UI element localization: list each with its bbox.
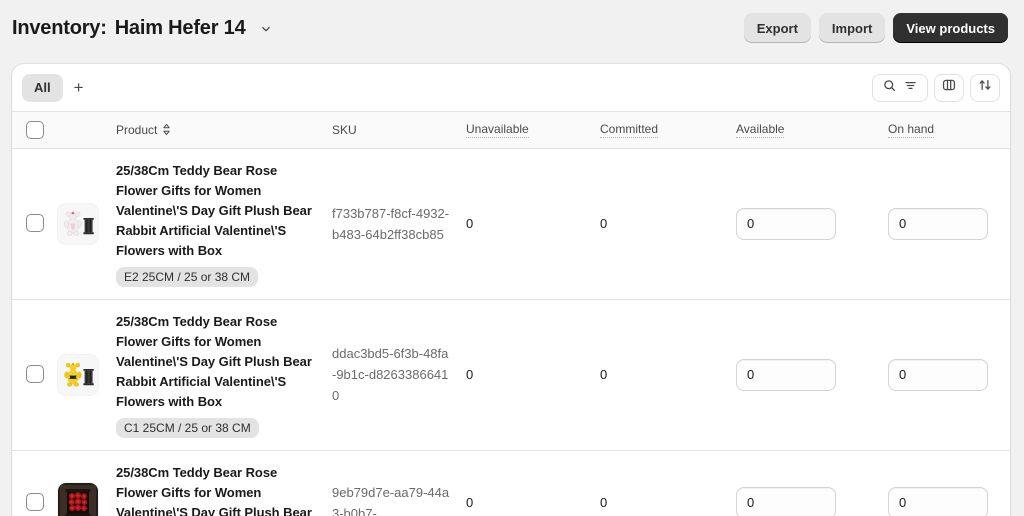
product-image-cell bbox=[58, 450, 110, 516]
row-checkbox[interactable] bbox=[26, 214, 44, 233]
variant-badge: C1 25CM / 25 or 38 CM bbox=[116, 417, 259, 438]
unavailable-header: Unavailable bbox=[466, 112, 600, 149]
sku-header: SKU bbox=[332, 112, 466, 149]
row-checkbox[interactable] bbox=[26, 365, 44, 384]
unavailable-cell: 0 bbox=[466, 299, 600, 451]
committed-cell: 0 bbox=[600, 148, 736, 300]
available-cell bbox=[736, 148, 888, 300]
page-header: Inventory: Haim Hefer 14 Export Import V… bbox=[0, 0, 1024, 56]
row-select-cell bbox=[12, 450, 58, 516]
product-info-cell: 25/38Cm Teddy Bear Rose Flower Gifts for… bbox=[110, 148, 332, 300]
committed-header-label: Committed bbox=[600, 121, 659, 138]
sku-cell: ddac3bd5-6f3b-48fa-9b1c-d82633866410 bbox=[332, 299, 466, 451]
table-toolbar: All + bbox=[12, 64, 1010, 112]
select-all-checkbox[interactable] bbox=[26, 120, 44, 139]
sku-header-label: SKU bbox=[332, 122, 357, 137]
view-tabs: All + bbox=[22, 73, 872, 102]
edit-columns-button[interactable] bbox=[934, 73, 964, 102]
product-title: 25/38Cm Teddy Bear Rose Flower Gifts for… bbox=[116, 464, 312, 516]
committed-header: Committed bbox=[600, 112, 736, 149]
available-input[interactable] bbox=[736, 358, 836, 391]
tab-all[interactable]: All bbox=[22, 73, 63, 102]
unavailable-cell: 0 bbox=[466, 148, 600, 300]
available-header: Available bbox=[736, 112, 888, 149]
table-row[interactable]: 25/38Cm Teddy Bear Rose Flower Gifts for… bbox=[12, 148, 1010, 300]
search-filter-button[interactable] bbox=[872, 73, 928, 102]
chevron-down-icon[interactable] bbox=[256, 19, 276, 39]
sort-arrows-icon bbox=[977, 77, 993, 98]
on-hand-cell bbox=[888, 450, 1010, 516]
table-tools bbox=[872, 73, 1000, 102]
on-hand-header-label: On hand bbox=[888, 121, 935, 138]
product-title: 25/38Cm Teddy Bear Rose Flower Gifts for… bbox=[116, 313, 312, 409]
sort-button[interactable] bbox=[970, 73, 1000, 102]
row-select-cell bbox=[12, 148, 58, 300]
page-title-prefix: Inventory: bbox=[12, 16, 107, 39]
on-hand-input[interactable] bbox=[888, 207, 988, 240]
image-header bbox=[58, 112, 110, 149]
sku-cell: f733b787-f8cf-4932-b483-64b2ff38cb85 bbox=[332, 148, 466, 300]
search-icon bbox=[882, 78, 897, 98]
table-row[interactable]: 25/38Cm Teddy Bear Rose Flower Gifts for… bbox=[12, 450, 1010, 516]
table-row[interactable]: 25/38Cm Teddy Bear Rose Flower Gifts for… bbox=[12, 299, 1010, 451]
product-title: 25/38Cm Teddy Bear Rose Flower Gifts for… bbox=[116, 162, 312, 258]
available-header-label: Available bbox=[736, 121, 785, 138]
inventory-page: Inventory: Haim Hefer 14 Export Import V… bbox=[0, 0, 1024, 516]
product-thumbnail bbox=[58, 354, 98, 395]
inventory-card: All + Product SKU Unavailable Committed … bbox=[12, 64, 1010, 516]
import-button[interactable]: Import bbox=[818, 13, 886, 43]
committed-cell: 0 bbox=[600, 299, 736, 451]
sku-cell: 9eb79d7e-aa79-44a3-b0b7- bbox=[332, 450, 466, 516]
on-hand-cell bbox=[888, 299, 1010, 451]
row-checkbox[interactable] bbox=[26, 493, 44, 512]
on-hand-cell bbox=[888, 148, 1010, 300]
view-products-button[interactable]: View products bbox=[893, 13, 1008, 43]
header-actions: Export Import View products bbox=[743, 13, 1008, 43]
product-info-cell: 25/38Cm Teddy Bear Rose Flower Gifts for… bbox=[110, 299, 332, 451]
available-input[interactable] bbox=[736, 486, 836, 516]
product-thumbnail bbox=[58, 482, 98, 516]
variant-badge: E2 25CM / 25 or 38 CM bbox=[116, 266, 259, 287]
committed-cell: 0 bbox=[600, 450, 736, 516]
sort-chevrons-icon[interactable] bbox=[162, 123, 171, 136]
product-header[interactable]: Product bbox=[110, 112, 332, 149]
row-select-cell bbox=[12, 299, 58, 451]
page-title: Inventory: Haim Hefer 14 bbox=[12, 17, 744, 40]
add-view-button[interactable]: + bbox=[65, 74, 93, 102]
select-all-header bbox=[12, 112, 58, 149]
unavailable-header-label: Unavailable bbox=[466, 121, 529, 138]
on-hand-input[interactable] bbox=[888, 358, 988, 391]
unavailable-cell: 0 bbox=[466, 450, 600, 516]
available-cell bbox=[736, 299, 888, 451]
table-header: Product SKU Unavailable Committed Availa… bbox=[12, 112, 1010, 149]
inventory-table: Product SKU Unavailable Committed Availa… bbox=[12, 112, 1010, 516]
table-header-row: Product SKU Unavailable Committed Availa… bbox=[12, 112, 1010, 149]
product-thumbnail bbox=[58, 203, 98, 244]
on-hand-input[interactable] bbox=[888, 486, 988, 516]
filter-icon bbox=[903, 78, 918, 98]
columns-icon bbox=[941, 77, 957, 98]
product-image-cell bbox=[58, 299, 110, 451]
available-input[interactable] bbox=[736, 207, 836, 240]
export-button[interactable]: Export bbox=[743, 13, 811, 43]
product-header-label: Product bbox=[116, 122, 158, 137]
available-cell bbox=[736, 450, 888, 516]
on-hand-header: On hand bbox=[888, 112, 1010, 149]
location-name: Haim Hefer 14 bbox=[114, 16, 246, 39]
product-image-cell bbox=[58, 148, 110, 300]
product-info-cell: 25/38Cm Teddy Bear Rose Flower Gifts for… bbox=[110, 450, 332, 516]
table-body: 25/38Cm Teddy Bear Rose Flower Gifts for… bbox=[12, 148, 1010, 516]
